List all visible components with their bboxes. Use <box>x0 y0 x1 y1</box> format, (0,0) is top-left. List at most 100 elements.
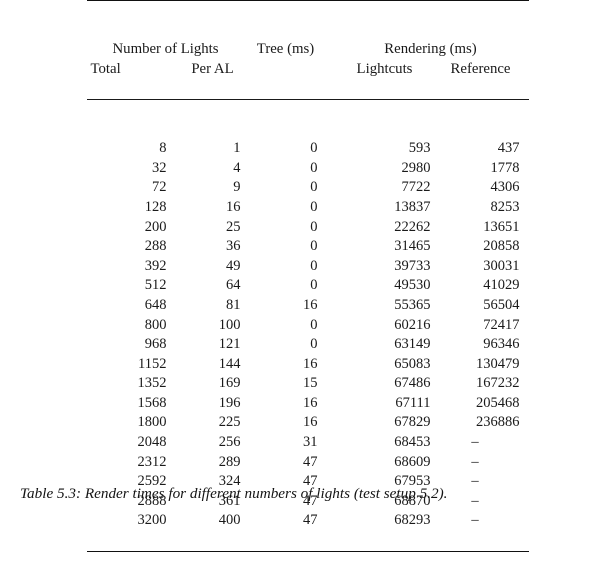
header-tree-ms: Tree (ms) <box>256 41 315 58</box>
cell-reference: – <box>471 453 479 470</box>
cell-total: 2048 <box>137 434 167 451</box>
cell-reference: 437 <box>497 140 520 157</box>
cell-total: 512 <box>144 277 167 294</box>
cell-reference: 20858 <box>483 238 520 255</box>
cell-total: 392 <box>144 257 167 274</box>
cell-reference: 41029 <box>483 277 520 294</box>
cell-tree: 0 <box>310 218 318 235</box>
cell-lightcuts: 65083 <box>394 355 431 372</box>
table-body: 8 1 0 593 437 32 4 0 2980 1778 72 9 0 7722 4306 128 16 0 1… <box>87 139 529 531</box>
cell-tree: 31 <box>303 434 318 451</box>
cell-reference: 13651 <box>483 218 520 235</box>
cell-tree: 0 <box>310 198 318 215</box>
cell-lightcuts: 67829 <box>394 414 431 431</box>
header-number-of-lights: Number of Lights <box>112 41 219 58</box>
table-rule-top <box>86 0 529 21</box>
cell-per-al: 64 <box>226 277 241 294</box>
cell-per-al: 169 <box>218 375 241 392</box>
cell-per-al: 144 <box>218 355 241 372</box>
table-row: 3200 400 47 68293 – <box>87 511 529 531</box>
cell-per-al: 4 <box>233 159 241 176</box>
cell-reference: 236886 <box>476 414 520 431</box>
cell-total: 2312 <box>137 453 167 470</box>
table-row: 968 121 0 63149 96346 <box>87 335 529 355</box>
cell-total: 8 <box>159 140 167 157</box>
table-row: 648 81 16 55365 56504 <box>87 296 529 316</box>
table-row: 512 64 0 49530 41029 <box>87 276 529 296</box>
cell-lightcuts: 7722 <box>401 179 431 196</box>
cell-reference: 8253 <box>490 198 520 215</box>
cell-reference: 30031 <box>483 257 520 274</box>
cell-reference: 72417 <box>483 316 520 333</box>
header-tree-spacer <box>245 60 333 80</box>
cell-total: 72 <box>152 179 167 196</box>
table-row: 8 1 0 593 437 <box>87 139 529 159</box>
table-row: 800 100 0 60216 72417 <box>87 316 529 336</box>
cell-total: 648 <box>144 296 167 313</box>
table-row: 1152 144 16 65083 130479 <box>87 355 529 375</box>
cell-lightcuts: 593 <box>408 140 431 157</box>
cell-lightcuts: 22262 <box>394 218 431 235</box>
table-caption: Table 5.3: Render times for different nu… <box>20 485 448 502</box>
cell-lightcuts: 68453 <box>394 434 431 451</box>
cell-total: 1800 <box>137 414 167 431</box>
cell-lightcuts: 67111 <box>395 394 431 411</box>
cell-tree: 15 <box>303 375 318 392</box>
cell-per-al: 49 <box>226 257 241 274</box>
cell-reference: 4306 <box>490 179 520 196</box>
cell-per-al: 400 <box>218 512 241 529</box>
cell-tree: 0 <box>310 159 318 176</box>
table-row: 128 16 0 13837 8253 <box>87 198 529 218</box>
cell-per-al: 256 <box>218 434 241 451</box>
cell-reference: 167232 <box>476 375 520 392</box>
table-header-group-row: Number of Lights Tree (ms) Rendering (ms… <box>87 40 529 60</box>
table-row: 2312 289 47 68609 – <box>87 453 529 473</box>
cell-per-al: 16 <box>226 198 241 215</box>
cell-total: 200 <box>144 218 167 235</box>
table-row: 32 4 0 2980 1778 <box>87 159 529 179</box>
cell-reference: – <box>471 434 479 451</box>
cell-tree: 0 <box>310 179 318 196</box>
cell-total: 288 <box>144 238 167 255</box>
header-per-al: Per AL <box>191 60 234 77</box>
header-reference: Reference <box>450 60 511 77</box>
cell-per-al: 36 <box>226 238 241 255</box>
table-header: Number of Lights Tree (ms) Rendering (ms… <box>86 0 529 140</box>
table-row: 288 36 0 31465 20858 <box>87 237 529 257</box>
table-row: 72 9 0 7722 4306 <box>87 178 529 198</box>
cell-lightcuts: 2980 <box>401 159 431 176</box>
table-rule-middle <box>86 98 529 120</box>
cell-tree: 0 <box>310 140 318 157</box>
cell-reference: 205468 <box>476 394 520 411</box>
cell-lightcuts: 67486 <box>394 375 431 392</box>
cell-reference: 130479 <box>476 355 520 372</box>
cell-total: 800 <box>144 316 167 333</box>
cell-lightcuts: 49530 <box>394 277 431 294</box>
header-rendering-ms: Rendering (ms) <box>384 41 477 58</box>
cell-total: 968 <box>144 336 167 353</box>
cell-tree: 16 <box>303 414 318 431</box>
cell-per-al: 289 <box>218 453 241 470</box>
header-lightcuts: Lightcuts <box>356 60 413 77</box>
cell-lightcuts: 68293 <box>394 512 431 529</box>
cell-lightcuts: 55365 <box>394 296 431 313</box>
cell-per-al: 121 <box>218 336 241 353</box>
cell-total: 128 <box>144 198 167 215</box>
cell-tree: 47 <box>303 512 318 529</box>
table-row: 1800 225 16 67829 236886 <box>87 413 529 433</box>
cell-tree: 16 <box>303 355 318 372</box>
cell-tree: 47 <box>303 453 318 470</box>
table-row: 1352 169 15 67486 167232 <box>87 374 529 394</box>
cell-reference: 96346 <box>483 336 520 353</box>
cell-reference: 56504 <box>483 296 520 313</box>
table-row: 1568 196 16 67111 205468 <box>87 394 529 414</box>
table-row: 392 49 0 39733 30031 <box>87 257 529 277</box>
cell-total: 1568 <box>137 394 167 411</box>
header-total: Total <box>90 60 121 77</box>
cell-lightcuts: 68609 <box>394 453 431 470</box>
cell-tree: 0 <box>310 238 318 255</box>
cell-per-al: 9 <box>233 179 241 196</box>
cell-lightcuts: 13837 <box>394 198 431 215</box>
table-rule-bottom <box>86 550 529 571</box>
cell-per-al: 100 <box>218 316 241 333</box>
